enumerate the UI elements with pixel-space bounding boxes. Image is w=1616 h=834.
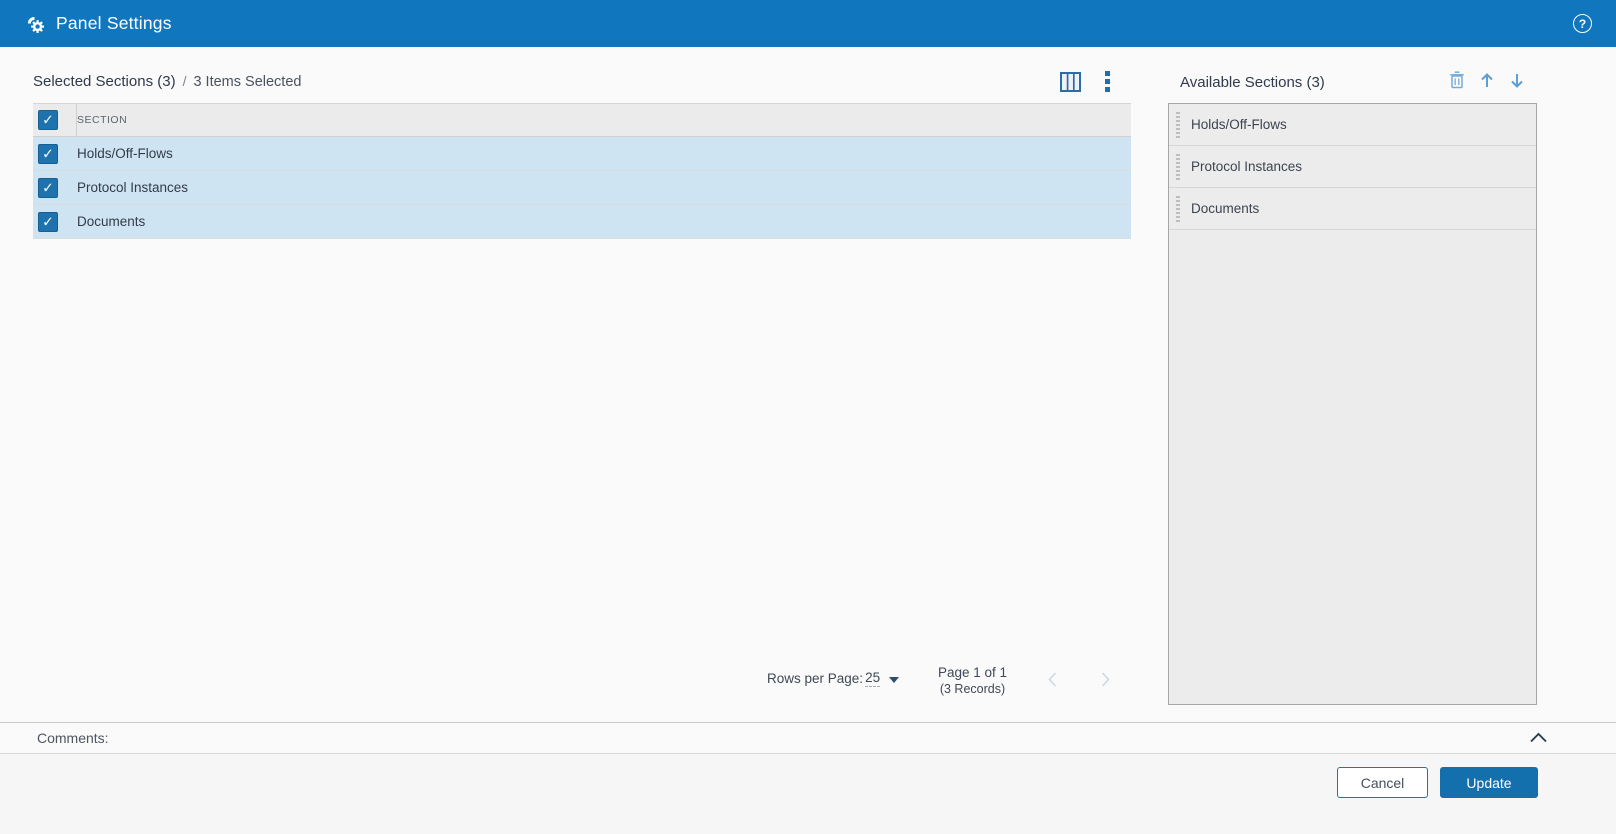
drag-handle-icon[interactable] <box>1176 112 1180 138</box>
items-selected-count: 3 Items Selected <box>193 74 302 90</box>
row-checkbox[interactable]: ✓ <box>38 177 58 198</box>
table-row[interactable]: ✓ Documents <box>33 205 1131 239</box>
delete-icon[interactable] <box>1449 71 1465 89</box>
available-section-label: Protocol Instances <box>1191 159 1303 174</box>
previous-page-icon[interactable] <box>1046 671 1060 693</box>
available-section-item[interactable]: Holds/Off-Flows <box>1169 104 1536 146</box>
row-checkbox-cell: ✓ <box>33 171 77 204</box>
select-all-checkbox[interactable]: ✓ <box>38 110 58 130</box>
row-checkbox[interactable]: ✓ <box>38 143 58 164</box>
row-checkbox[interactable]: ✓ <box>38 211 58 232</box>
update-button[interactable]: Update <box>1440 767 1538 798</box>
page-number-text: Page 1 of 1 <box>937 665 1008 680</box>
cancel-button[interactable]: Cancel <box>1337 767 1428 798</box>
row-checkbox-cell: ✓ <box>33 137 77 170</box>
help-glyph: ? <box>1578 16 1587 31</box>
move-down-icon[interactable] <box>1509 72 1525 89</box>
section-row-label: Holds/Off-Flows <box>77 146 173 161</box>
available-sections-title: Available Sections (3) <box>1180 74 1325 91</box>
grid-toolbar <box>1060 70 1112 93</box>
comments-bar: Comments: <box>0 722 1616 753</box>
panel-settings-dialog: Panel Settings ? Selected Sections (3) /… <box>0 0 1616 834</box>
check-icon: ✓ <box>42 213 54 229</box>
section-column-header[interactable]: SECTION <box>77 114 127 126</box>
comments-label: Comments: <box>37 730 109 746</box>
row-checkbox-cell: ✓ <box>33 205 77 238</box>
caret-down-icon <box>889 676 900 683</box>
drag-handle-icon[interactable] <box>1176 154 1180 180</box>
available-section-label: Documents <box>1191 201 1260 216</box>
heading-divider: / <box>182 73 187 89</box>
selected-sections-table: ✓ SECTION ✓ Holds/Off-Flows ✓ Protocol I… <box>33 103 1131 239</box>
title-bar: Panel Settings ? <box>0 0 1616 47</box>
next-page-icon[interactable] <box>1098 671 1112 693</box>
select-all-cell: ✓ <box>33 104 77 136</box>
page-title: Panel Settings <box>56 13 172 33</box>
rows-per-page-control[interactable]: Rows per Page: 25 <box>767 670 900 687</box>
available-section-item[interactable]: Documents <box>1169 188 1536 230</box>
section-row-label: Protocol Instances <box>77 180 189 195</box>
available-sections-panel: Holds/Off-Flows Protocol Instances Docum… <box>1168 103 1537 705</box>
check-icon: ✓ <box>42 111 54 128</box>
check-icon: ✓ <box>42 179 54 195</box>
action-bar: Cancel Update <box>0 753 1616 834</box>
selected-sections-heading: Selected Sections (3) / 3 Items Selected <box>33 73 301 90</box>
available-section-item[interactable]: Protocol Instances <box>1169 146 1536 188</box>
rows-per-page-label: Rows per Page: <box>767 671 864 686</box>
table-row[interactable]: ✓ Protocol Instances <box>33 171 1131 205</box>
panel-settings-gear-icon <box>24 13 46 35</box>
available-sections-toolbar <box>1449 71 1525 89</box>
rows-per-page-value[interactable]: 25 <box>865 670 881 687</box>
selected-sections-title: Selected Sections (3) <box>33 73 176 90</box>
record-count-text: (3 Records) <box>939 682 1006 696</box>
chevron-up-icon[interactable] <box>1529 730 1548 748</box>
table-row[interactable]: ✓ Holds/Off-Flows <box>33 137 1131 171</box>
help-icon[interactable]: ? <box>1573 14 1592 33</box>
table-header-row: ✓ SECTION <box>33 103 1131 137</box>
check-icon: ✓ <box>42 145 54 161</box>
column-chooser-icon[interactable] <box>1060 71 1081 92</box>
more-options-kebab-icon[interactable] <box>1103 70 1112 93</box>
section-row-label: Documents <box>77 214 146 229</box>
page-info: Page 1 of 1 (3 Records) <box>930 664 1015 697</box>
drag-handle-icon[interactable] <box>1176 196 1180 222</box>
move-up-icon[interactable] <box>1479 72 1495 89</box>
available-section-label: Holds/Off-Flows <box>1191 117 1287 132</box>
